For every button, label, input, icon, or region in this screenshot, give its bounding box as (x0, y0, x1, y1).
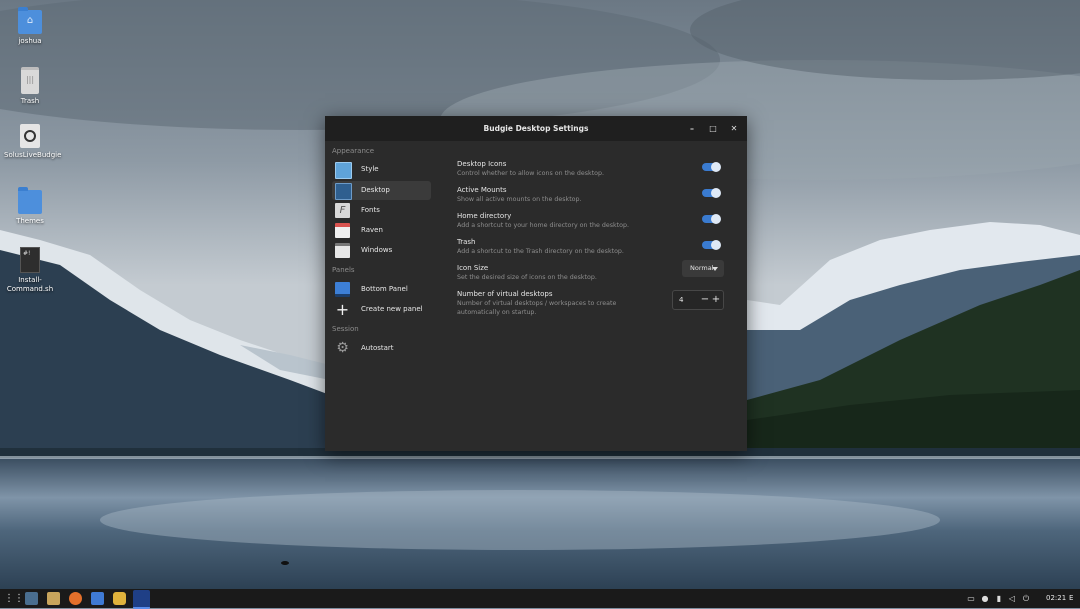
budgie-settings-icon[interactable] (133, 590, 150, 609)
virtual-desktops-stepper[interactable]: 4 − + (672, 290, 724, 310)
desktop-icon-install-script[interactable]: #! Install-Command.sh (4, 247, 56, 294)
setting-description: Set the desired size of icons on the des… (457, 274, 597, 281)
gear-icon: ⚙ (336, 340, 349, 356)
plus-icon: + (335, 300, 350, 319)
notification-bell-icon[interactable]: ● (980, 593, 990, 604)
desktop-icon-label: SolusLiveBudgie (4, 151, 62, 159)
setting-title: Desktop Icons (457, 160, 507, 168)
chevron-down-icon (712, 267, 718, 271)
close-button[interactable]: ✕ (727, 116, 741, 141)
desktop-icon-label: Trash (20, 97, 40, 105)
software-center-icon[interactable] (91, 592, 104, 605)
sidebar-item-fonts[interactable]: F Fonts (332, 201, 431, 220)
desktop-icon-themes[interactable]: Themes (4, 187, 56, 226)
settings-sidebar: Appearance Style Desktop F Fonts Raven W… (325, 141, 437, 451)
file-manager-icon[interactable] (47, 592, 60, 605)
desktop-icon (335, 183, 352, 200)
windows-icon (335, 243, 350, 258)
bottom-panel: ⋮⋮⋮ ▭ ● ▮ ◁ ⏻ 02:21 E (0, 589, 1080, 609)
rhythmbox-icon[interactable] (113, 592, 126, 605)
power-icon[interactable]: ⏻ (1021, 593, 1031, 604)
section-label-appearance: Appearance (332, 147, 375, 155)
raven-toggle[interactable]: E (1069, 589, 1073, 608)
sidebar-item-label: Raven (361, 226, 383, 234)
dropdown-value: Normal (690, 264, 714, 272)
sidebar-item-windows[interactable]: Windows (332, 241, 431, 260)
folder-icon (18, 187, 42, 214)
setting-title: Home directory (457, 212, 512, 220)
setting-title: Trash (457, 238, 476, 246)
decrement-button[interactable]: − (700, 291, 710, 309)
sidebar-item-label: Fonts (361, 206, 380, 214)
calendar-icon (335, 223, 350, 238)
home-directory-toggle[interactable] (702, 214, 721, 224)
setting-title: Active Mounts (457, 186, 507, 194)
sidebar-item-desktop[interactable]: Desktop (332, 181, 431, 200)
screen-icon[interactable]: ▭ (966, 593, 976, 604)
home-folder-icon: ⌂ (18, 7, 42, 34)
minimize-button[interactable]: – (685, 116, 699, 141)
optical-disc-icon (20, 124, 40, 148)
desktop-icon-live-disc[interactable]: SolusLiveBudgie (4, 124, 62, 160)
setting-description: Show all active mounts on the desktop. (457, 196, 582, 203)
battery-icon[interactable]: ▮ (994, 593, 1004, 604)
setting-description: Control whether to allow icons on the de… (457, 170, 605, 177)
sidebar-item-label: Bottom Panel (361, 285, 408, 293)
sidebar-item-bottom-panel[interactable]: Bottom Panel (332, 280, 431, 299)
clock[interactable]: 02:21 (1046, 589, 1066, 608)
fonts-icon: F (335, 203, 350, 218)
setting-description: Add a shortcut to the Trash directory on… (457, 248, 624, 255)
icon-size-dropdown[interactable]: Normal (682, 260, 724, 277)
shell-script-icon: #! (20, 247, 40, 273)
trash-icon (21, 67, 39, 94)
desktop-icon-label: Themes (16, 217, 44, 225)
desktop-settings-panel: Desktop Icons Control whether to allow i… (457, 141, 747, 451)
sidebar-item-raven[interactable]: Raven (332, 221, 431, 240)
sidebar-item-autostart[interactable]: ⚙ Autostart (332, 339, 431, 358)
setting-description: Number of virtual desktops / workspaces … (457, 300, 617, 316)
volume-icon[interactable]: ◁ (1007, 593, 1017, 604)
desktop-icon-home[interactable]: ⌂ joshua (4, 7, 56, 46)
panel-icon (335, 282, 350, 297)
setting-description: Add a shortcut to your home directory on… (457, 222, 629, 229)
style-icon (335, 162, 352, 179)
sidebar-item-label: Autostart (361, 344, 394, 352)
active-mounts-toggle[interactable] (702, 188, 721, 198)
app-grid-icon[interactable]: ⋮⋮⋮ (4, 593, 34, 604)
increment-button[interactable]: + (711, 291, 721, 309)
sidebar-item-label: Create new panel (361, 305, 423, 313)
sidebar-item-create-panel[interactable]: + Create new panel (332, 300, 431, 319)
maximize-button[interactable]: □ (706, 116, 720, 141)
stepper-value[interactable]: 4 (679, 291, 683, 309)
trash-toggle[interactable] (702, 240, 721, 250)
downloads-icon[interactable] (25, 592, 38, 605)
section-label-session: Session (332, 325, 359, 333)
desktop-icon-label: joshua (18, 37, 42, 45)
sidebar-item-label: Desktop (361, 186, 390, 194)
sidebar-item-style[interactable]: Style (332, 160, 431, 179)
budgie-settings-window: Budgie Desktop Settings – □ ✕ Appearance… (325, 116, 747, 451)
sidebar-item-label: Windows (361, 246, 393, 254)
sidebar-item-label: Style (361, 165, 379, 173)
setting-title: Icon Size (457, 264, 489, 272)
desktop-icon-label: Install-Command.sh (6, 276, 54, 293)
window-title: Budgie Desktop Settings (483, 124, 589, 133)
setting-title: Number of virtual desktops (457, 290, 553, 298)
section-label-panels: Panels (332, 266, 355, 274)
desktop-icon-trash[interactable]: Trash (4, 67, 56, 106)
firefox-icon[interactable] (69, 592, 82, 605)
desktop-icons-toggle[interactable] (702, 162, 721, 172)
window-titlebar[interactable]: Budgie Desktop Settings – □ ✕ (325, 116, 747, 141)
